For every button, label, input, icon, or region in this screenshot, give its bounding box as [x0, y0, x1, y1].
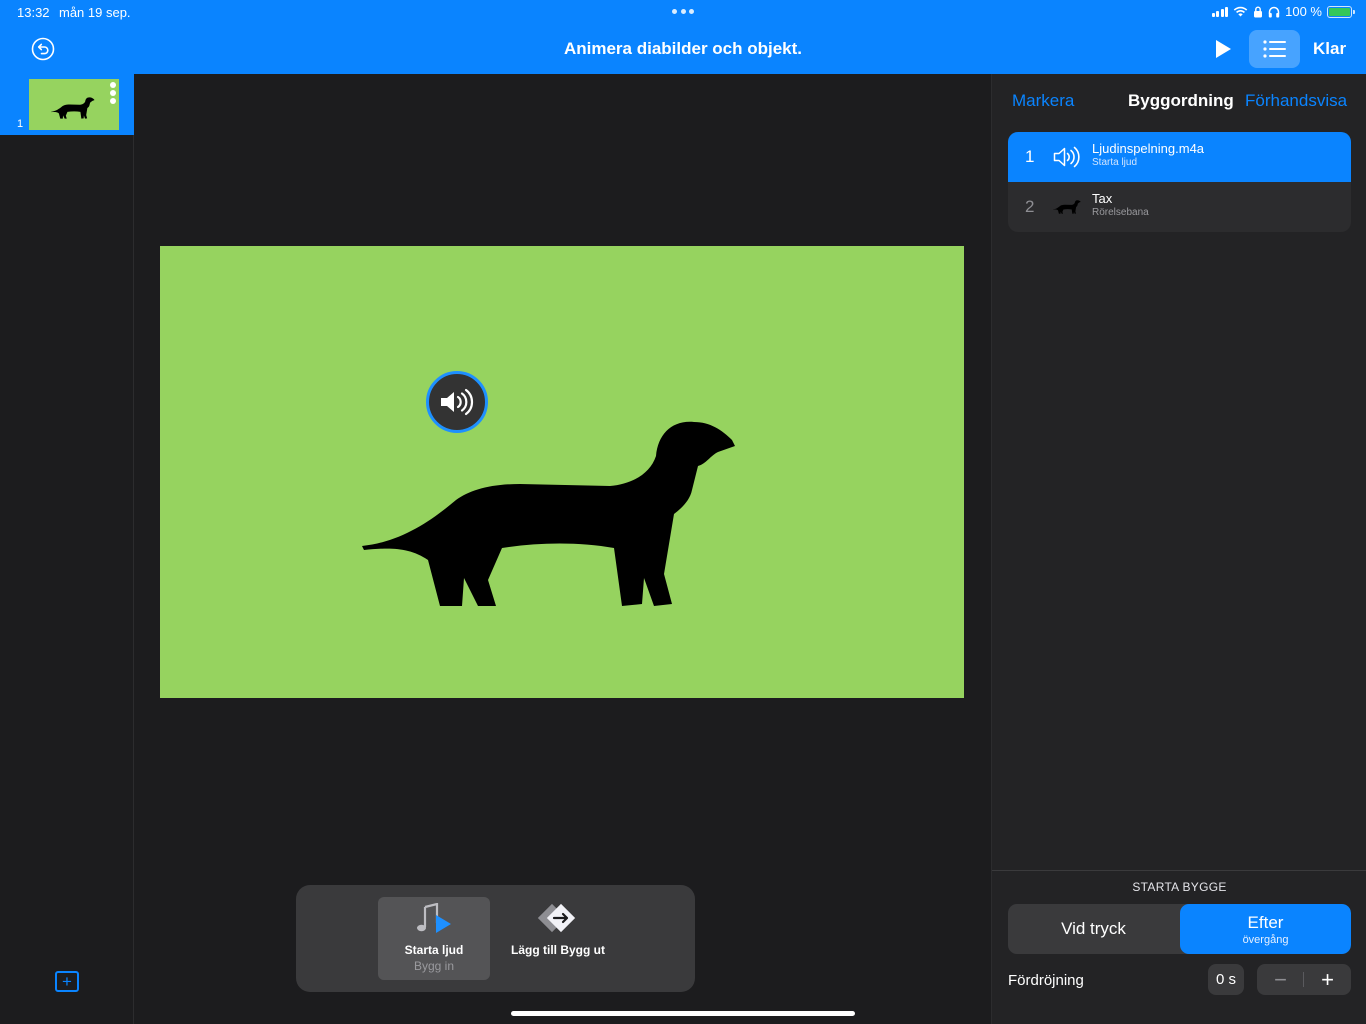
keynote-window: 13:32 mån 19 sep. 100 % Animera diabilde… — [0, 0, 1366, 1024]
build-list: 1 Ljudinspelning.m4a Starta ljud 2 Tax R… — [1008, 132, 1351, 232]
battery-percentage: 100 % — [1285, 4, 1322, 19]
build-name: Ljudinspelning.m4a — [1092, 141, 1205, 156]
build-toolbar: Starta ljud Bygg in Lägg till Bygg ut — [296, 885, 695, 992]
dog-thumbnail-icon — [51, 97, 95, 119]
build-name: Tax — [1092, 191, 1113, 206]
wifi-icon — [1233, 6, 1248, 17]
multitasking-dots-icon[interactable] — [672, 9, 694, 17]
top-bar: 13:32 mån 19 sep. 100 % Animera diabilde… — [0, 0, 1366, 74]
slide-navigator: 1 + — [0, 74, 134, 1024]
divider — [992, 870, 1366, 871]
start-build-segmented-control: Vid tryck Efter övergång — [1008, 904, 1351, 954]
undo-icon[interactable] — [31, 37, 55, 61]
slide-number: 1 — [17, 118, 24, 130]
tab-select[interactable]: Markera — [1012, 91, 1074, 111]
tool-sublabel: Bygg in — [413, 959, 455, 973]
delay-label: Fördröjning — [1008, 972, 1084, 989]
status-date: mån 19 sep. — [59, 5, 131, 20]
after-transition-option[interactable]: Efter övergång — [1180, 904, 1351, 954]
tool-label: Lägg till Bygg ut — [511, 943, 605, 957]
after-option-label: Efter — [1247, 912, 1284, 932]
play-icon[interactable] — [1212, 38, 1234, 60]
build-item-dog[interactable]: 2 Tax Rörelsebana — [1008, 182, 1351, 232]
speaker-icon — [441, 388, 474, 416]
status-icons: 100 % — [1211, 4, 1355, 19]
slide-thumbnail-1[interactable]: 1 — [0, 74, 134, 135]
build-effect: Starta ljud — [1092, 157, 1138, 168]
tab-preview[interactable]: Förhandsvisa — [1245, 91, 1347, 111]
document-title: Animera diabilder och objekt. — [563, 39, 803, 58]
build-number: 2 — [1025, 197, 1035, 216]
start-audio-build-button[interactable]: Starta ljud Bygg in — [378, 897, 490, 980]
headphones-icon — [1268, 6, 1280, 17]
lock-rotation-icon — [1254, 6, 1263, 17]
tab-build-order[interactable]: Byggordning — [1128, 91, 1234, 111]
music-play-icon — [417, 903, 451, 933]
dachshund-object[interactable] — [360, 418, 740, 610]
tool-label: Starta ljud — [404, 943, 464, 957]
build-out-arrow-icon — [537, 903, 576, 933]
status-time: 13:32 — [17, 5, 50, 20]
build-indicator-icon — [110, 82, 117, 104]
delay-stepper: − + — [1257, 964, 1351, 995]
list-icon — [1262, 40, 1286, 58]
cellular-signal-icon — [1211, 6, 1229, 17]
on-tap-option[interactable]: Vid tryck — [1008, 904, 1179, 954]
minus-icon[interactable]: − — [1257, 964, 1304, 995]
delay-value[interactable]: 0 s — [1208, 964, 1244, 995]
battery-charging-icon — [1327, 5, 1355, 18]
build-effect: Rörelsebana — [1092, 207, 1149, 218]
slide-1[interactable] — [160, 246, 964, 698]
build-order-list-button[interactable] — [1249, 30, 1300, 68]
home-indicator[interactable] — [511, 1011, 855, 1016]
add-build-out-button[interactable]: Lägg till Bygg ut — [502, 897, 614, 980]
build-number: 1 — [1025, 147, 1035, 166]
slide-thumbnail-image — [29, 79, 119, 130]
build-order-inspector: Markera Byggordning Förhandsvisa 1 Ljudi… — [991, 74, 1366, 1024]
after-option-sublabel: övergång — [1242, 933, 1289, 946]
speaker-icon — [1053, 146, 1080, 168]
dog-icon — [1053, 200, 1081, 214]
slide-canvas: Starta ljud Bygg in Lägg till Bygg ut — [135, 74, 990, 1024]
done-button[interactable]: Klar — [1313, 39, 1346, 59]
add-slide-icon[interactable]: + — [55, 971, 79, 992]
plus-icon[interactable]: + — [1304, 964, 1351, 995]
start-build-heading: STARTA BYGGE — [1132, 880, 1227, 894]
build-item-audio[interactable]: 1 Ljudinspelning.m4a Starta ljud — [1008, 132, 1351, 182]
